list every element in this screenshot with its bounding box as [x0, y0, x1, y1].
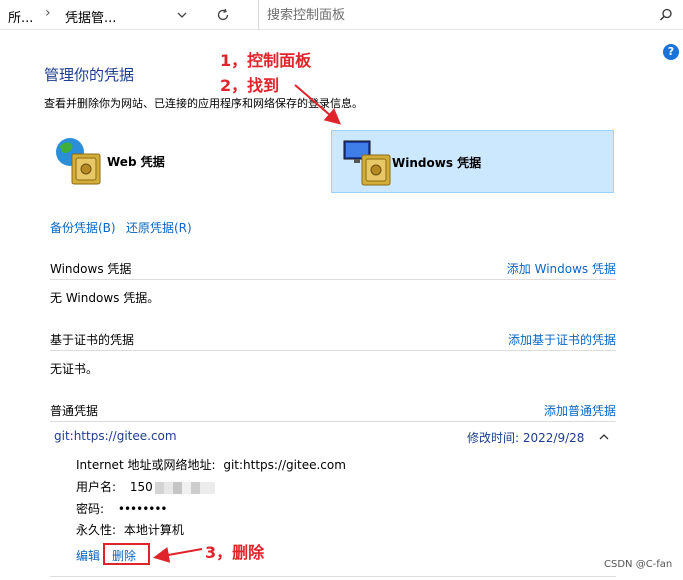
certificate-credentials-section-header: 基于证书的凭据 添加基于证书的凭据	[50, 329, 616, 351]
section-heading: 普通凭据	[50, 404, 99, 418]
web-credentials-tile[interactable]: Web 凭据	[50, 130, 290, 193]
credential-address: Internet 地址或网络地址: git:https://gitee.com	[76, 456, 346, 473]
generic-credentials-section-header: 普通凭据 添加普通凭据	[50, 400, 616, 422]
chevron-up-icon[interactable]	[597, 430, 611, 444]
windows-credentials-tile[interactable]: Windows 凭据	[331, 130, 614, 193]
persistence-value: 本地计算机	[123, 523, 184, 537]
credential-persistence: 永久性: 本地计算机	[76, 521, 184, 538]
arrow-to-windows-tile	[294, 84, 342, 125]
username-label: 用户名:	[76, 480, 117, 494]
windows-credentials-empty: 无 Windows 凭据。	[50, 291, 160, 305]
add-generic-credential-link[interactable]: 添加普通凭据	[544, 402, 616, 419]
password-value: ••••••••	[117, 502, 168, 516]
section-heading: 基于证书的凭据	[50, 333, 135, 347]
password-label: 密码:	[76, 502, 105, 516]
next-row-divider	[50, 576, 616, 580]
certificate-credentials-empty: 无证书。	[50, 362, 99, 376]
persistence-label: 永久性:	[76, 523, 117, 537]
backup-credentials-link[interactable]: 备份凭据(B)	[50, 219, 116, 236]
windows-credentials-section-header: Windows 凭据 添加 Windows 凭据	[50, 258, 616, 280]
windows-credentials-label: Windows 凭据	[392, 156, 482, 170]
add-windows-credential-link[interactable]: 添加 Windows 凭据	[507, 260, 616, 277]
username-value: 150	[129, 480, 153, 494]
watermark: CSDN @C-fan	[604, 559, 673, 570]
restore-credentials-link[interactable]: 还原凭据(R)	[126, 219, 192, 236]
delete-highlight-box	[103, 543, 150, 565]
credential-password: 密码: ••••••••	[76, 500, 167, 517]
web-vault-icon	[56, 138, 101, 185]
annotation-step-3: 3，删除	[205, 543, 265, 562]
credential-username: 用户名: 150	[76, 478, 215, 495]
arrow-to-delete	[153, 547, 203, 563]
edit-credential-link[interactable]: 编辑	[76, 547, 100, 564]
address-label: Internet 地址或网络地址:	[76, 458, 216, 472]
credential-modified-date: 修改时间: 2022/9/28	[467, 431, 585, 445]
add-certificate-credential-link[interactable]: 添加基于证书的凭据	[508, 331, 616, 348]
username-redacted	[154, 481, 215, 494]
section-heading: Windows 凭据	[50, 262, 132, 276]
web-credentials-label: Web 凭据	[107, 155, 165, 169]
windows-vault-icon	[343, 140, 391, 186]
credential-row[interactable]: git:https://gitee.com 修改时间: 2022/9/28	[50, 428, 616, 450]
address-value: git:https://gitee.com	[223, 458, 346, 472]
credential-name: git:https://gitee.com	[54, 429, 177, 443]
